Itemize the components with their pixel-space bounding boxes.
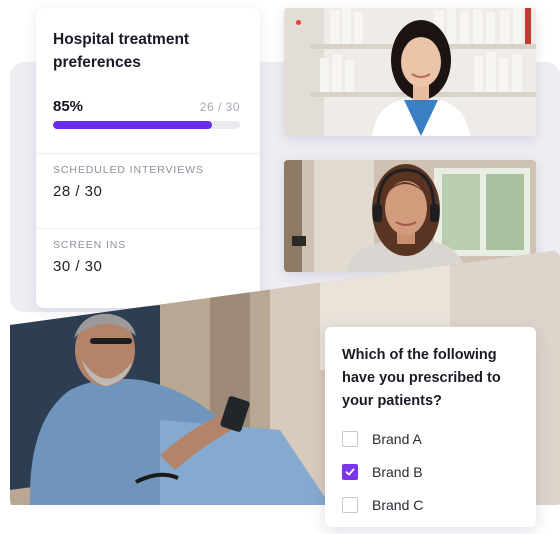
checkbox[interactable] [342,464,358,480]
question-text: Which of the following have you prescrib… [342,347,501,409]
progress-bar [53,121,240,129]
metric-value-screen-ins: 30 / 30 [53,258,103,275]
metric-label-screen-ins: SCREEN INS [53,239,127,251]
metric-label-scheduled-interviews: SCHEDULED INTERVIEWS [53,164,204,176]
checkbox[interactable] [342,431,358,447]
progress-percent: 85% [53,98,84,115]
progress-fill [53,121,212,129]
progress-count: 26 / 30 [199,100,240,114]
participant-video-image [284,160,536,272]
metric-value-scheduled-interviews: 28 / 30 [53,183,103,200]
option-brand-b[interactable]: Brand B [342,463,522,481]
checkmark-icon [345,468,355,476]
option-label: Brand A [372,431,422,447]
divider [36,153,260,154]
divider [36,228,260,229]
survey-question-card: Which of the following have you prescrib… [325,327,536,527]
stats-card: Hospital treatment preferences 85% 26 / … [36,8,260,308]
doctor-video-image [284,8,536,136]
video-tile-doctor[interactable] [284,8,536,136]
checkbox[interactable] [342,497,358,513]
recording-indicator-icon [296,20,301,25]
option-label: Brand B [372,464,423,480]
option-brand-c[interactable]: Brand C [342,496,522,514]
option-label: Brand C [372,497,424,513]
video-tile-participant[interactable] [284,160,536,272]
option-brand-a[interactable]: Brand A [342,430,522,448]
stats-title: Hospital treatment preferences [53,31,190,71]
